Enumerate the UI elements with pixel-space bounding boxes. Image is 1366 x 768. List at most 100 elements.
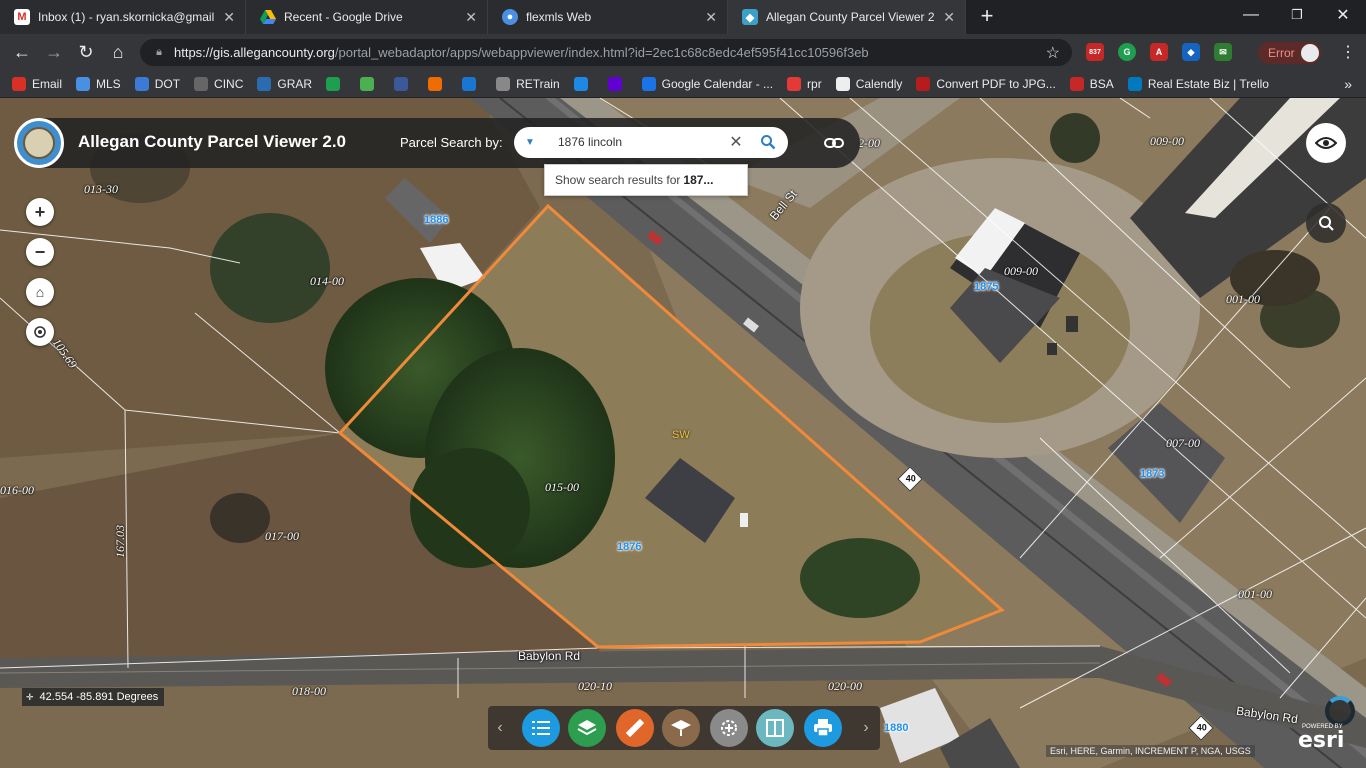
close-tab-icon[interactable]: ✕ xyxy=(465,9,477,26)
parcel-viewer-icon: ◆ xyxy=(742,9,758,25)
my-location-button[interactable] xyxy=(26,318,54,346)
zoom-search-button[interactable] xyxy=(1306,203,1346,243)
measure-button[interactable] xyxy=(616,709,654,747)
shield-extension-icon[interactable]: ◆ xyxy=(1182,43,1200,61)
bookmark-item[interactable] xyxy=(394,76,414,91)
search-source-dropdown-icon[interactable]: ▼ xyxy=(522,134,538,150)
forward-icon[interactable]: → xyxy=(42,40,66,64)
tab-google-drive[interactable]: Recent - Google Drive ✕ xyxy=(246,0,488,34)
bookmark-item[interactable] xyxy=(607,76,628,91)
bookmark-item[interactable]: RETrain xyxy=(496,76,560,91)
search-icon[interactable] xyxy=(758,132,778,152)
restore-icon[interactable]: ❐ xyxy=(1274,0,1320,30)
bookmark-item[interactable]: DOT xyxy=(134,76,181,91)
bookmark-item[interactable]: Email xyxy=(12,76,62,91)
bookmark-label: Convert PDF to JPG... xyxy=(936,76,1056,91)
flexmls-icon: ● xyxy=(502,9,518,25)
move-icon: ✛ xyxy=(26,691,34,702)
cloud-icon xyxy=(462,76,477,91)
tab-flexmls[interactable]: ● flexmls Web ✕ xyxy=(488,0,728,34)
bookmark-item[interactable] xyxy=(573,76,594,91)
sheets-icon xyxy=(326,76,341,91)
select-tool-button[interactable] xyxy=(710,709,748,747)
mls-icon xyxy=(76,76,91,91)
bookmark-item[interactable]: Calendly xyxy=(835,76,902,91)
annotation-label: SW xyxy=(672,429,690,441)
map-viewport[interactable]: 013-30 014-00 015-00 016-00 017-00 018-0… xyxy=(0,98,1366,768)
home-extent-button[interactable]: ⌂ xyxy=(26,278,54,306)
tab-title: Recent - Google Drive xyxy=(284,10,403,24)
print-button[interactable] xyxy=(804,709,842,747)
zoom-out-button[interactable]: − xyxy=(26,238,54,266)
back-icon[interactable]: ← xyxy=(10,40,34,64)
adobe-pdf-icon[interactable]: A xyxy=(1150,43,1168,61)
close-tab-icon[interactable]: ✕ xyxy=(705,9,717,26)
address-bar[interactable]: 🔒︎ https://gis.allegancounty.org/portal_… xyxy=(140,39,1072,66)
address-label: 1886 xyxy=(424,214,449,226)
facebook-icon xyxy=(394,76,409,91)
home-icon[interactable]: ⌂ xyxy=(106,40,130,64)
bookmark-item[interactable] xyxy=(428,76,448,91)
bookmark-label: MLS xyxy=(96,76,121,91)
bookmark-item[interactable]: Real Estate Biz | Trello xyxy=(1127,76,1269,91)
bookmark-label: DOT xyxy=(154,76,181,91)
bookmark-item[interactable]: CINC xyxy=(194,76,243,91)
layers-button[interactable] xyxy=(568,709,606,747)
window-close-icon[interactable]: ✕ xyxy=(1320,0,1366,30)
bookmark-item[interactable] xyxy=(326,76,346,91)
cinc-icon xyxy=(194,76,209,91)
close-tab-icon[interactable]: ✕ xyxy=(223,9,235,26)
bookmark-label: BSA xyxy=(1089,76,1114,91)
chevron-left-icon[interactable]: ‹ xyxy=(492,718,508,738)
orange-app-icon xyxy=(428,76,443,91)
browser-menu-icon[interactable]: ⋮ xyxy=(1338,42,1358,62)
bsa-icon xyxy=(1069,76,1084,91)
bookmark-star-icon[interactable]: ☆ xyxy=(1046,43,1060,63)
retrain-icon xyxy=(496,76,511,91)
clear-search-icon[interactable]: ✕ xyxy=(726,132,746,152)
reload-icon[interactable]: ↻ xyxy=(74,40,98,64)
bookmark-item[interactable]: BSA xyxy=(1069,76,1114,91)
tab-parcel-viewer[interactable]: ◆ Allegan County Parcel Viewer 2.0 ✕ xyxy=(728,0,966,34)
parcel-label: 014-00 xyxy=(310,274,344,288)
bookmark-item[interactable] xyxy=(360,76,380,91)
bookmark-item[interactable]: GRAR xyxy=(257,76,313,91)
swipe-button[interactable] xyxy=(756,709,794,747)
bookmark-item[interactable]: Convert PDF to JPG... xyxy=(916,76,1056,91)
address-label: 1876 xyxy=(617,541,642,553)
parcel-search-box: ▼ ✕ xyxy=(514,127,788,158)
profile-error-button[interactable]: Error xyxy=(1258,42,1321,64)
parcel-search-input[interactable] xyxy=(558,131,728,153)
search-label: Parcel Search by: xyxy=(400,135,503,150)
search-suggestion[interactable]: Show search results for 187... xyxy=(544,164,748,196)
bookmark-label: Google Calendar - ... xyxy=(661,76,774,91)
coordinate-readout[interactable]: ✛ 42.554 -85.891 Degrees xyxy=(22,688,165,706)
parcel-label: 009-00 xyxy=(1004,264,1038,278)
browser-toolbar: ← → ↻ ⌂ 🔒︎ https://gis.allegancounty.org… xyxy=(0,34,1366,70)
chevron-right-icon[interactable]: › xyxy=(858,718,874,738)
legend-list-button[interactable] xyxy=(522,709,560,747)
bookmark-item[interactable]: Google Calendar - ... xyxy=(641,76,774,91)
bookmark-item[interactable]: rpr xyxy=(787,76,822,91)
mail-extension-icon[interactable]: ✉ xyxy=(1214,43,1232,61)
close-tab-icon[interactable]: ✕ xyxy=(943,9,955,26)
parcel-label: 2-00 xyxy=(858,136,880,150)
basemap-gallery-button[interactable] xyxy=(662,709,700,747)
extension-badge-icon[interactable]: 837 xyxy=(1086,43,1104,61)
star-bookmark-icon xyxy=(360,76,375,91)
bookmark-item[interactable] xyxy=(462,76,482,91)
more-bookmarks-icon[interactable]: » xyxy=(1344,76,1352,92)
new-tab-button[interactable]: + xyxy=(974,4,1000,30)
share-link-icon[interactable] xyxy=(820,129,848,157)
calendar-icon xyxy=(641,76,656,91)
parcel-label: 001-00 xyxy=(1226,292,1260,306)
overview-eye-button[interactable] xyxy=(1306,123,1346,163)
grammarly-icon[interactable]: G xyxy=(1118,43,1136,61)
bookmark-item[interactable]: MLS xyxy=(76,76,121,91)
trello-icon xyxy=(1127,76,1142,91)
minimize-icon[interactable]: — xyxy=(1228,0,1274,30)
parcel-label: 015-00 xyxy=(545,480,579,494)
tab-gmail[interactable]: M Inbox (1) - ryan.skornicka@gmail ✕ xyxy=(0,0,246,34)
zoom-in-button[interactable]: + xyxy=(26,198,54,226)
bookmark-label: GRAR xyxy=(277,76,313,91)
